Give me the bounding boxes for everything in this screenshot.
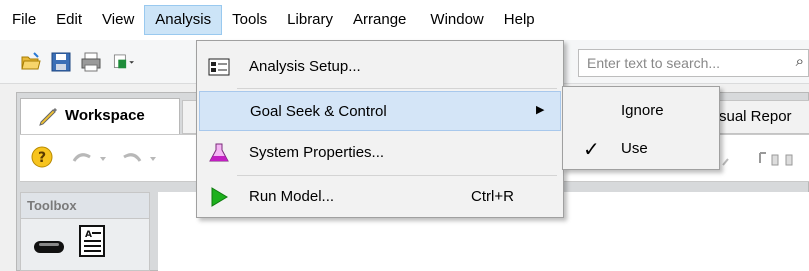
search-placeholder: Enter text to search... (587, 55, 721, 71)
submenu-arrow-icon: ▶ (536, 104, 545, 116)
export-icon[interactable] (112, 51, 134, 73)
menu-analysis[interactable]: Analysis (144, 5, 223, 35)
toolbox-panel: Toolbox A (20, 192, 150, 271)
analysis-setup-icon (208, 58, 230, 76)
menu-tools[interactable]: Tools (222, 5, 277, 35)
submenu-ignore-label: Ignore (621, 102, 664, 119)
goal-seek-submenu: Ignore ✓ Use (562, 86, 720, 170)
menu-separator (237, 175, 557, 176)
menu-arrange[interactable]: Arrange (343, 5, 416, 35)
annotation-tool-icon[interactable]: A (79, 225, 105, 257)
tab-visual-report-label: sual Repor (719, 108, 792, 125)
pipe-tool-icon[interactable] (33, 239, 65, 255)
help-icon[interactable]: ? (30, 145, 54, 169)
menu-edit[interactable]: Edit (46, 5, 92, 35)
flask-icon (209, 143, 229, 162)
svg-text:?: ? (38, 150, 46, 166)
run-icon (211, 187, 228, 207)
menu-view[interactable]: View (92, 5, 144, 35)
align-icon[interactable] (758, 149, 798, 169)
menu-library[interactable]: Library (277, 5, 343, 35)
print-icon[interactable] (80, 51, 102, 73)
zoom-icon[interactable] (720, 147, 744, 169)
undo-icon[interactable] (70, 149, 110, 167)
search-input[interactable]: Enter text to search... ⌕ (578, 49, 809, 77)
toolbox-title: Toolbox (21, 193, 149, 219)
menu-run-model[interactable]: Run Model... Ctrl+R (199, 177, 561, 217)
checkmark-icon: ✓ (583, 139, 600, 161)
menu-system-properties[interactable]: System Properties... (199, 133, 561, 173)
submenu-use-label: Use (621, 140, 648, 157)
menu-goal-seek-control[interactable]: Goal Seek & Control ▶ (199, 91, 561, 131)
menu-file[interactable]: File (0, 5, 46, 35)
redo-icon[interactable] (120, 149, 160, 167)
open-folder-icon[interactable] (20, 51, 42, 73)
submenu-use[interactable]: ✓ Use (563, 130, 719, 168)
analysis-dropdown: Analysis Setup... Goal Seek & Control ▶ … (196, 40, 564, 218)
menu-system-properties-label: System Properties... (249, 144, 385, 161)
tab-visual-report[interactable]: sual Repor (716, 100, 809, 134)
pencil-icon (39, 108, 57, 126)
submenu-ignore[interactable]: Ignore (563, 92, 719, 130)
svg-text:A: A (85, 230, 92, 240)
save-icon[interactable] (50, 51, 72, 73)
menu-analysis-setup-label: Analysis Setup... (249, 58, 361, 75)
menu-goal-seek-label: Goal Seek & Control (250, 103, 387, 120)
menu-window[interactable]: Window (416, 5, 493, 35)
menu-run-model-label: Run Model... (249, 188, 335, 205)
menu-run-model-shortcut: Ctrl+R (471, 188, 514, 205)
search-icon[interactable]: ⌕ (796, 53, 804, 70)
menu-analysis-setup[interactable]: Analysis Setup... (199, 47, 561, 87)
menu-help[interactable]: Help (494, 5, 545, 35)
tab-workspace-label: Workspace (65, 107, 145, 124)
menu-bar: File Edit View Analysis Tools Library Ar… (0, 0, 809, 40)
tab-workspace[interactable]: Workspace (20, 98, 180, 134)
menu-separator (237, 88, 557, 89)
